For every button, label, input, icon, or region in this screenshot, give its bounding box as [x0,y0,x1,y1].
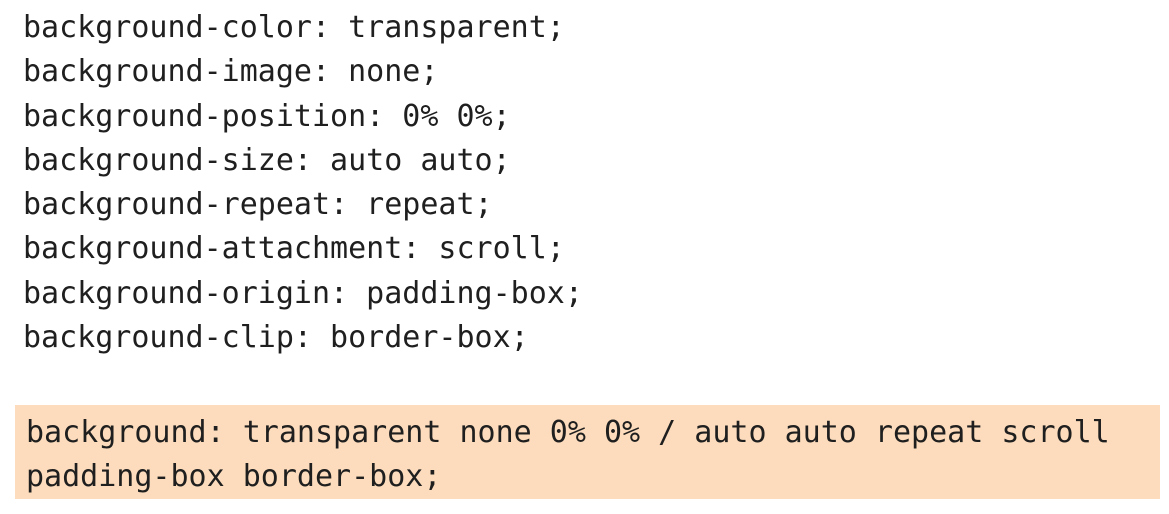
code-line-background-origin: background-origin: padding-box; [23,275,583,311]
code-line-background-color: background-color: transparent; [23,10,565,45]
shorthand-line-2: padding-box border-box; [26,459,442,494]
code-line-background-position: background-position: 0% 0%; [23,98,511,134]
code-line-background-repeat: background-repeat: repeat; [23,187,493,223]
shorthand-line-1: background: transparent none 0% 0% / aut… [26,415,1110,450]
longhand-code-block: background-color: transparent; backgroun… [23,6,583,360]
code-line-background-clip: background-clip: border-box; [23,320,529,356]
shorthand-highlight-box: background: transparent none 0% 0% / aut… [15,405,1160,499]
code-line-background-attachment: background-attachment: scroll; [23,231,565,267]
code-line-background-image: background-image: none; [23,54,439,90]
code-line-background-size: background-size: auto auto; [23,142,511,178]
